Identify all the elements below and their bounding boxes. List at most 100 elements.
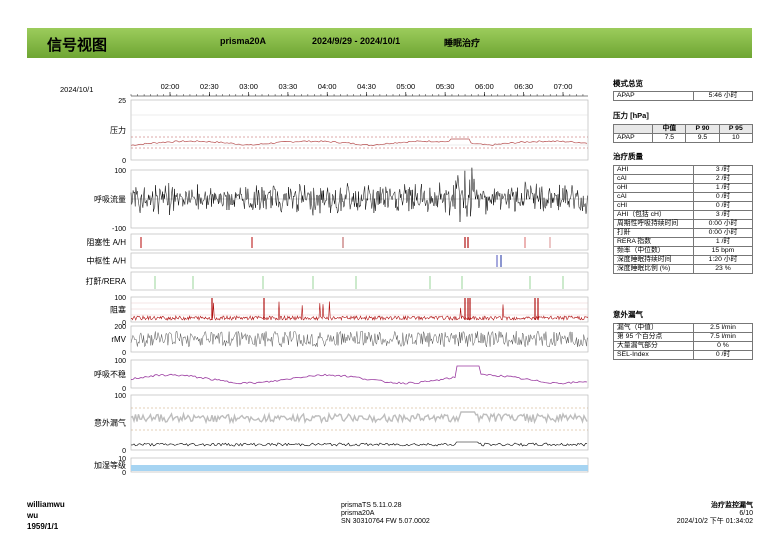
- table-row: oHI 1 /时: [613, 183, 753, 193]
- table-row: 深度睡眠比例 (%) 23 %: [613, 264, 753, 274]
- row-value: 0:00 小时: [693, 228, 753, 238]
- row-label: 频率（中位数）: [613, 246, 694, 256]
- instability-series: [130, 365, 588, 385]
- y-max-label: 10: [118, 456, 126, 463]
- time-tick-label: 04:00: [318, 82, 337, 91]
- y-min-label: -100: [112, 226, 126, 233]
- track-frame: [130, 252, 589, 269]
- row-value: 0 /时: [693, 350, 753, 360]
- time-tick-label: 07:00: [554, 82, 573, 91]
- device-name: prisma20A: [341, 510, 375, 517]
- y-min-label: 0: [122, 158, 126, 165]
- table-header-row: 中值 P 90 P 95: [612, 124, 754, 134]
- track-label: 呼吸流量: [94, 194, 126, 204]
- y-min-label: 0: [122, 470, 126, 477]
- row-value: 2 /时: [693, 174, 753, 184]
- time-tick-label: 06:00: [475, 82, 494, 91]
- table-row: 大量漏气部分 0 %: [613, 341, 753, 351]
- software-version: prismaTS 5.11.0.28: [341, 502, 402, 509]
- y-max-label: 100: [114, 168, 126, 175]
- table-row: SEL-Index 0 /时: [613, 350, 753, 360]
- table-row: 打鼾 0:00 小时: [613, 228, 753, 238]
- track-frame: [130, 394, 589, 451]
- cell: 7.5: [652, 133, 687, 143]
- therapy-quality-panel: 治疗质量 AHI 3 /时 cAI 2 /时 oHI 1 /时 cAI 0 /时 cHI 0 /时…: [613, 151, 753, 274]
- table-row: 漏气（中值） 2.5 l/min: [613, 323, 753, 333]
- page-number: 6/10: [739, 510, 753, 517]
- print-time: 2024/10/2 下午 01:34:02: [676, 518, 753, 525]
- time-tick-label: 05:30: [436, 82, 455, 91]
- patient-dob: 1959/1/1: [27, 522, 59, 531]
- y-min-label: 0: [122, 350, 126, 357]
- table-row: RERA 指数 1 /时: [613, 237, 753, 247]
- report-name: 治疗监控漏气: [711, 502, 753, 509]
- table-row: cAI 2 /时: [613, 174, 753, 184]
- table-row: 深度睡眠持续时间 1:20 小时: [613, 255, 753, 265]
- therapy-quality-title: 治疗质量: [613, 152, 643, 161]
- track-label: 意外漏气: [94, 418, 126, 428]
- cell: 10: [718, 133, 754, 143]
- patient-name: wu: [27, 511, 39, 520]
- row-label: 深度睡眠持续时间: [613, 255, 694, 265]
- table-row: cHI 0 /时: [613, 201, 753, 211]
- row-label: AHI（包括 cH）: [613, 210, 694, 220]
- time-tick-label: 02:30: [200, 82, 219, 91]
- row-label: 周期性呼吸持续时间: [613, 219, 694, 229]
- table-row: 第 95 个百分点 7.5 l/min: [613, 332, 753, 342]
- row-value: 0 %: [693, 341, 753, 351]
- table-row: APAP 5:46 小时: [613, 91, 753, 101]
- col-header: P 90: [685, 124, 720, 134]
- track-label: 阻塞: [110, 305, 126, 315]
- time-tick-label: 05:00: [396, 82, 415, 91]
- pressure-title: 压力 [hPa]: [613, 111, 649, 120]
- track-label: 中枢性 A/H: [86, 256, 126, 266]
- chart-date: 2024/10/1: [60, 85, 93, 94]
- row-value: 23 %: [693, 264, 753, 274]
- y-max-label: 100: [114, 295, 126, 302]
- row-label: cAI: [613, 192, 694, 202]
- signal-chart: 2024/10/1 02:00 02:30 03:00 03:30 04:00 04:30 0…: [60, 82, 589, 477]
- mode-overview-panel: 模式总览 APAP 5:46 小时: [613, 78, 753, 101]
- row-value: 0 /时: [693, 201, 753, 211]
- patient-info: williamwu wu 1959/1/1: [27, 500, 65, 533]
- obstruction-series: [130, 301, 589, 321]
- track-label: 呼吸不稳: [94, 369, 126, 379]
- leak-base-series: [130, 441, 588, 447]
- table-row: APAP 7.5 9.5 10: [612, 133, 754, 143]
- track-frame: [130, 359, 589, 389]
- row-label: APAP: [613, 91, 694, 101]
- row-label: cHI: [613, 201, 694, 211]
- mode-overview-title: 模式总览: [613, 79, 643, 88]
- y-max-label: 200: [114, 324, 126, 331]
- y-max-label: 100: [114, 393, 126, 400]
- time-tick-label: 03:00: [239, 82, 258, 91]
- leak-title: 意外漏气: [613, 310, 643, 319]
- row-label: SEL-Index: [613, 350, 694, 360]
- pressure-series: [130, 138, 588, 147]
- row-value: 2.5 l/min: [693, 323, 753, 333]
- time-tick-label: 04:30: [357, 82, 376, 91]
- row-value: 7.5 l/min: [693, 332, 753, 342]
- row-value: 1 /时: [693, 183, 753, 193]
- row-value: 5:46 小时: [693, 91, 753, 101]
- track-label: 压力: [110, 125, 126, 135]
- report-info: 治疗监控漏气 6/10 2024/10/2 下午 01:34:02: [677, 502, 753, 526]
- serial-number: SN 30310764 FW 5.07.0002: [341, 518, 430, 525]
- row-label: 打鼾: [613, 228, 694, 238]
- track-label: rMV: [111, 335, 126, 344]
- col-header: P 95: [718, 124, 754, 134]
- time-tick-label: 06:30: [514, 82, 533, 91]
- table-row: cAI 0 /时: [613, 192, 753, 202]
- row-label: 漏气（中值）: [613, 323, 694, 333]
- row-value: 3 /时: [693, 210, 753, 220]
- track-frame: [130, 271, 589, 291]
- rmv-series: [130, 330, 588, 348]
- leak-series: [130, 411, 588, 425]
- row-label: RERA 指数: [613, 237, 694, 247]
- leak-panel: 意外漏气 漏气（中值） 2.5 l/min 第 95 个百分点 7.5 l/min 大量…: [613, 309, 753, 360]
- row-label: oHI: [613, 183, 694, 193]
- row-value: 15 bpm: [693, 246, 753, 256]
- pressure-panel: 压力 [hPa] 中值 P 90 P 95 APAP 7.5 9.5 10: [612, 110, 754, 143]
- row-label: 深度睡眠比例 (%): [613, 264, 694, 274]
- y-min-label: 0: [122, 386, 126, 393]
